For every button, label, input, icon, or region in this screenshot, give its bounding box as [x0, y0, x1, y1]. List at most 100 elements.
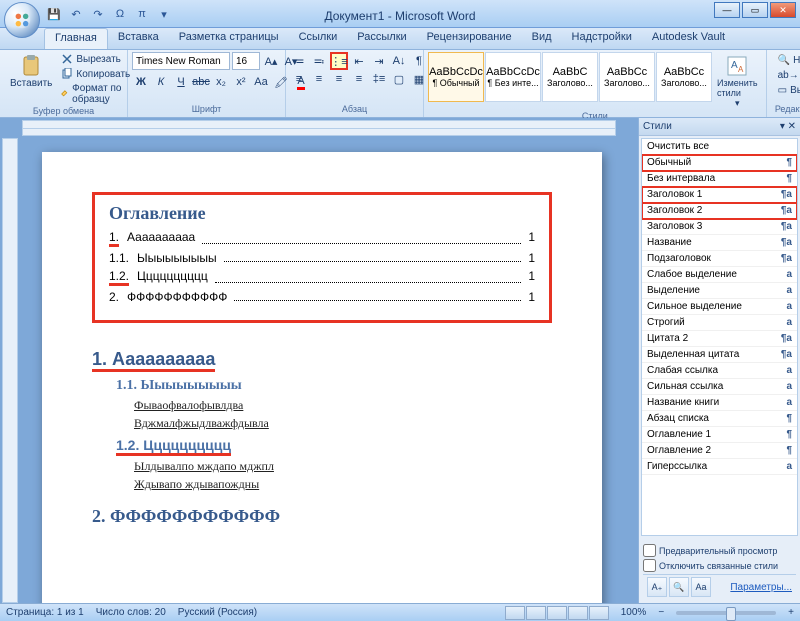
tab-1[interactable]: Вставка	[108, 28, 169, 49]
view-buttons[interactable]	[505, 606, 609, 620]
align-center-icon[interactable]: ≡	[310, 70, 328, 88]
increase-indent-icon[interactable]: ⇥	[370, 52, 388, 70]
status-language[interactable]: Русский (Россия)	[178, 607, 257, 618]
qat-redo-icon[interactable]: ↷	[90, 6, 106, 22]
status-bar: Страница: 1 из 1 Число слов: 20 Русский …	[0, 603, 800, 621]
line-spacing-icon[interactable]: ‡≡	[370, 70, 388, 88]
style-gallery-item[interactable]: AaBbCcЗаголово...	[656, 52, 712, 102]
replace-button[interactable]: ab→ Заменить	[775, 69, 800, 82]
style-list-item[interactable]: Гиперссылкаa	[642, 459, 797, 475]
qat-omega-icon[interactable]: Ω	[112, 6, 128, 22]
sort-icon[interactable]: A↓	[390, 52, 408, 70]
tab-4[interactable]: Рассылки	[347, 28, 416, 49]
style-list-clear[interactable]: Очистить все	[642, 139, 797, 155]
cut-button[interactable]: Вырезать	[58, 52, 133, 66]
style-list-item[interactable]: Заголовок 2¶a	[642, 203, 797, 219]
style-gallery-item[interactable]: AaBbCcDc¶ Без инте...	[485, 52, 541, 102]
find-button[interactable]: 🔍 Найти ▾	[775, 54, 800, 67]
grow-font-icon[interactable]: A▴	[262, 52, 280, 70]
superscript-icon[interactable]: x²	[232, 73, 250, 91]
numbering-icon[interactable]: ≕	[310, 52, 328, 70]
style-list-item[interactable]: Строгийa	[642, 315, 797, 331]
heading-2: 1.2. Цццццццццц	[116, 437, 552, 455]
tab-2[interactable]: Разметка страницы	[169, 28, 289, 49]
zoom-in-icon[interactable]: +	[788, 607, 794, 618]
style-list-item[interactable]: Слабое выделениеa	[642, 267, 797, 283]
style-list-item[interactable]: Без интервала¶	[642, 171, 797, 187]
style-gallery-item[interactable]: AaBbCcЗаголово...	[599, 52, 655, 102]
style-list-item[interactable]: Заголовок 1¶a	[642, 187, 797, 203]
new-style-icon[interactable]: A₊	[647, 577, 667, 597]
style-list-item[interactable]: Название книгиa	[642, 395, 797, 411]
status-words[interactable]: Число слов: 20	[96, 607, 166, 618]
quick-access-toolbar: 💾 ↶ ↷ Ω π ▾	[46, 6, 172, 22]
tab-0[interactable]: Главная	[44, 28, 108, 49]
select-button[interactable]: ▭ Выделить ▾	[775, 84, 800, 97]
font-size-select[interactable]	[232, 52, 260, 70]
group-label-paragraph: Абзац	[290, 104, 419, 115]
qat-undo-icon[interactable]: ↶	[68, 6, 84, 22]
tab-3[interactable]: Ссылки	[289, 28, 348, 49]
copy-button[interactable]: Копировать	[58, 67, 133, 81]
manage-styles-icon[interactable]: Aa	[691, 577, 711, 597]
tab-8[interactable]: Autodesk Vault	[642, 28, 735, 49]
strike-icon[interactable]: abc	[192, 73, 210, 91]
preview-checkbox[interactable]: Предварительный просмотр	[643, 544, 796, 557]
pane-options-link[interactable]: Параметры...	[730, 582, 792, 593]
style-list-item[interactable]: Название¶a	[642, 235, 797, 251]
style-list-item[interactable]: Подзаголовок¶a	[642, 251, 797, 267]
style-list-item[interactable]: Абзац списка¶	[642, 411, 797, 427]
change-case-icon[interactable]: Aa	[252, 73, 270, 91]
zoom-out-icon[interactable]: −	[658, 607, 664, 618]
office-button[interactable]	[4, 2, 40, 38]
close-button[interactable]: ✕	[770, 2, 796, 18]
subscript-icon[interactable]: x₂	[212, 73, 230, 91]
bullets-icon[interactable]: ≔	[290, 52, 308, 70]
zoom-slider[interactable]	[676, 611, 776, 615]
tab-6[interactable]: Вид	[522, 28, 562, 49]
style-list-item[interactable]: Оглавление 2¶	[642, 443, 797, 459]
style-inspector-icon[interactable]: 🔍	[669, 577, 689, 597]
tab-7[interactable]: Надстройки	[562, 28, 642, 49]
style-gallery-item[interactable]: AaBbCЗаголово...	[542, 52, 598, 102]
change-styles-button[interactable]: AA Изменить стили▾	[713, 52, 762, 111]
maximize-button[interactable]: ▭	[742, 2, 768, 18]
style-gallery-item[interactable]: AaBbCcDc¶ Обычный	[428, 52, 484, 102]
italic-icon[interactable]: К	[152, 73, 170, 91]
body-text: Фываофвалофывлдва	[134, 398, 552, 413]
multilevel-list-icon[interactable]: ⋮≡	[330, 52, 348, 70]
font-name-select[interactable]	[132, 52, 230, 70]
style-list-item[interactable]: Выделениеa	[642, 283, 797, 299]
style-list-item[interactable]: Обычный¶	[642, 155, 797, 171]
style-list-item[interactable]: Заголовок 3¶a	[642, 219, 797, 235]
style-list-item[interactable]: Слабая ссылкаa	[642, 363, 797, 379]
style-list-item[interactable]: Сильная ссылкаa	[642, 379, 797, 395]
align-left-icon[interactable]: ≡	[290, 70, 308, 88]
underline-icon[interactable]: Ч	[172, 73, 190, 91]
qat-pi-icon[interactable]: π	[134, 6, 150, 22]
style-gallery[interactable]: AaBbCcDc¶ ОбычныйAaBbCcDc¶ Без инте...Aa…	[428, 52, 713, 102]
align-right-icon[interactable]: ≡	[330, 70, 348, 88]
document-page[interactable]: Оглавление 1.Аааааааааа11.1.Ыыыыыыыыы11.…	[42, 152, 602, 603]
bold-icon[interactable]: Ж	[132, 73, 150, 91]
disable-linked-checkbox[interactable]: Отключить связанные стили	[643, 559, 796, 572]
pane-close-icon[interactable]: ▾ ✕	[780, 121, 796, 132]
tab-5[interactable]: Рецензирование	[417, 28, 522, 49]
status-page[interactable]: Страница: 1 из 1	[6, 607, 84, 618]
qat-save-icon[interactable]: 💾	[46, 6, 62, 22]
decrease-indent-icon[interactable]: ⇤	[350, 52, 368, 70]
format-painter-button[interactable]: Формат по образцу	[58, 82, 133, 106]
paste-button[interactable]: Вставить	[4, 52, 58, 91]
style-list-item[interactable]: Цитата 2¶a	[642, 331, 797, 347]
vertical-ruler[interactable]	[2, 138, 18, 603]
heading-1: 1. Аааааааааа	[92, 349, 552, 370]
style-list-item[interactable]: Выделенная цитата¶a	[642, 347, 797, 363]
horizontal-ruler[interactable]	[22, 120, 616, 136]
justify-icon[interactable]: ≡	[350, 70, 368, 88]
style-list-item[interactable]: Оглавление 1¶	[642, 427, 797, 443]
shading-icon[interactable]: ▢	[390, 70, 408, 88]
zoom-label[interactable]: 100%	[621, 607, 647, 618]
minimize-button[interactable]: —	[714, 2, 740, 18]
style-list-item[interactable]: Сильное выделениеa	[642, 299, 797, 315]
qat-dropdown-icon[interactable]: ▾	[156, 6, 172, 22]
